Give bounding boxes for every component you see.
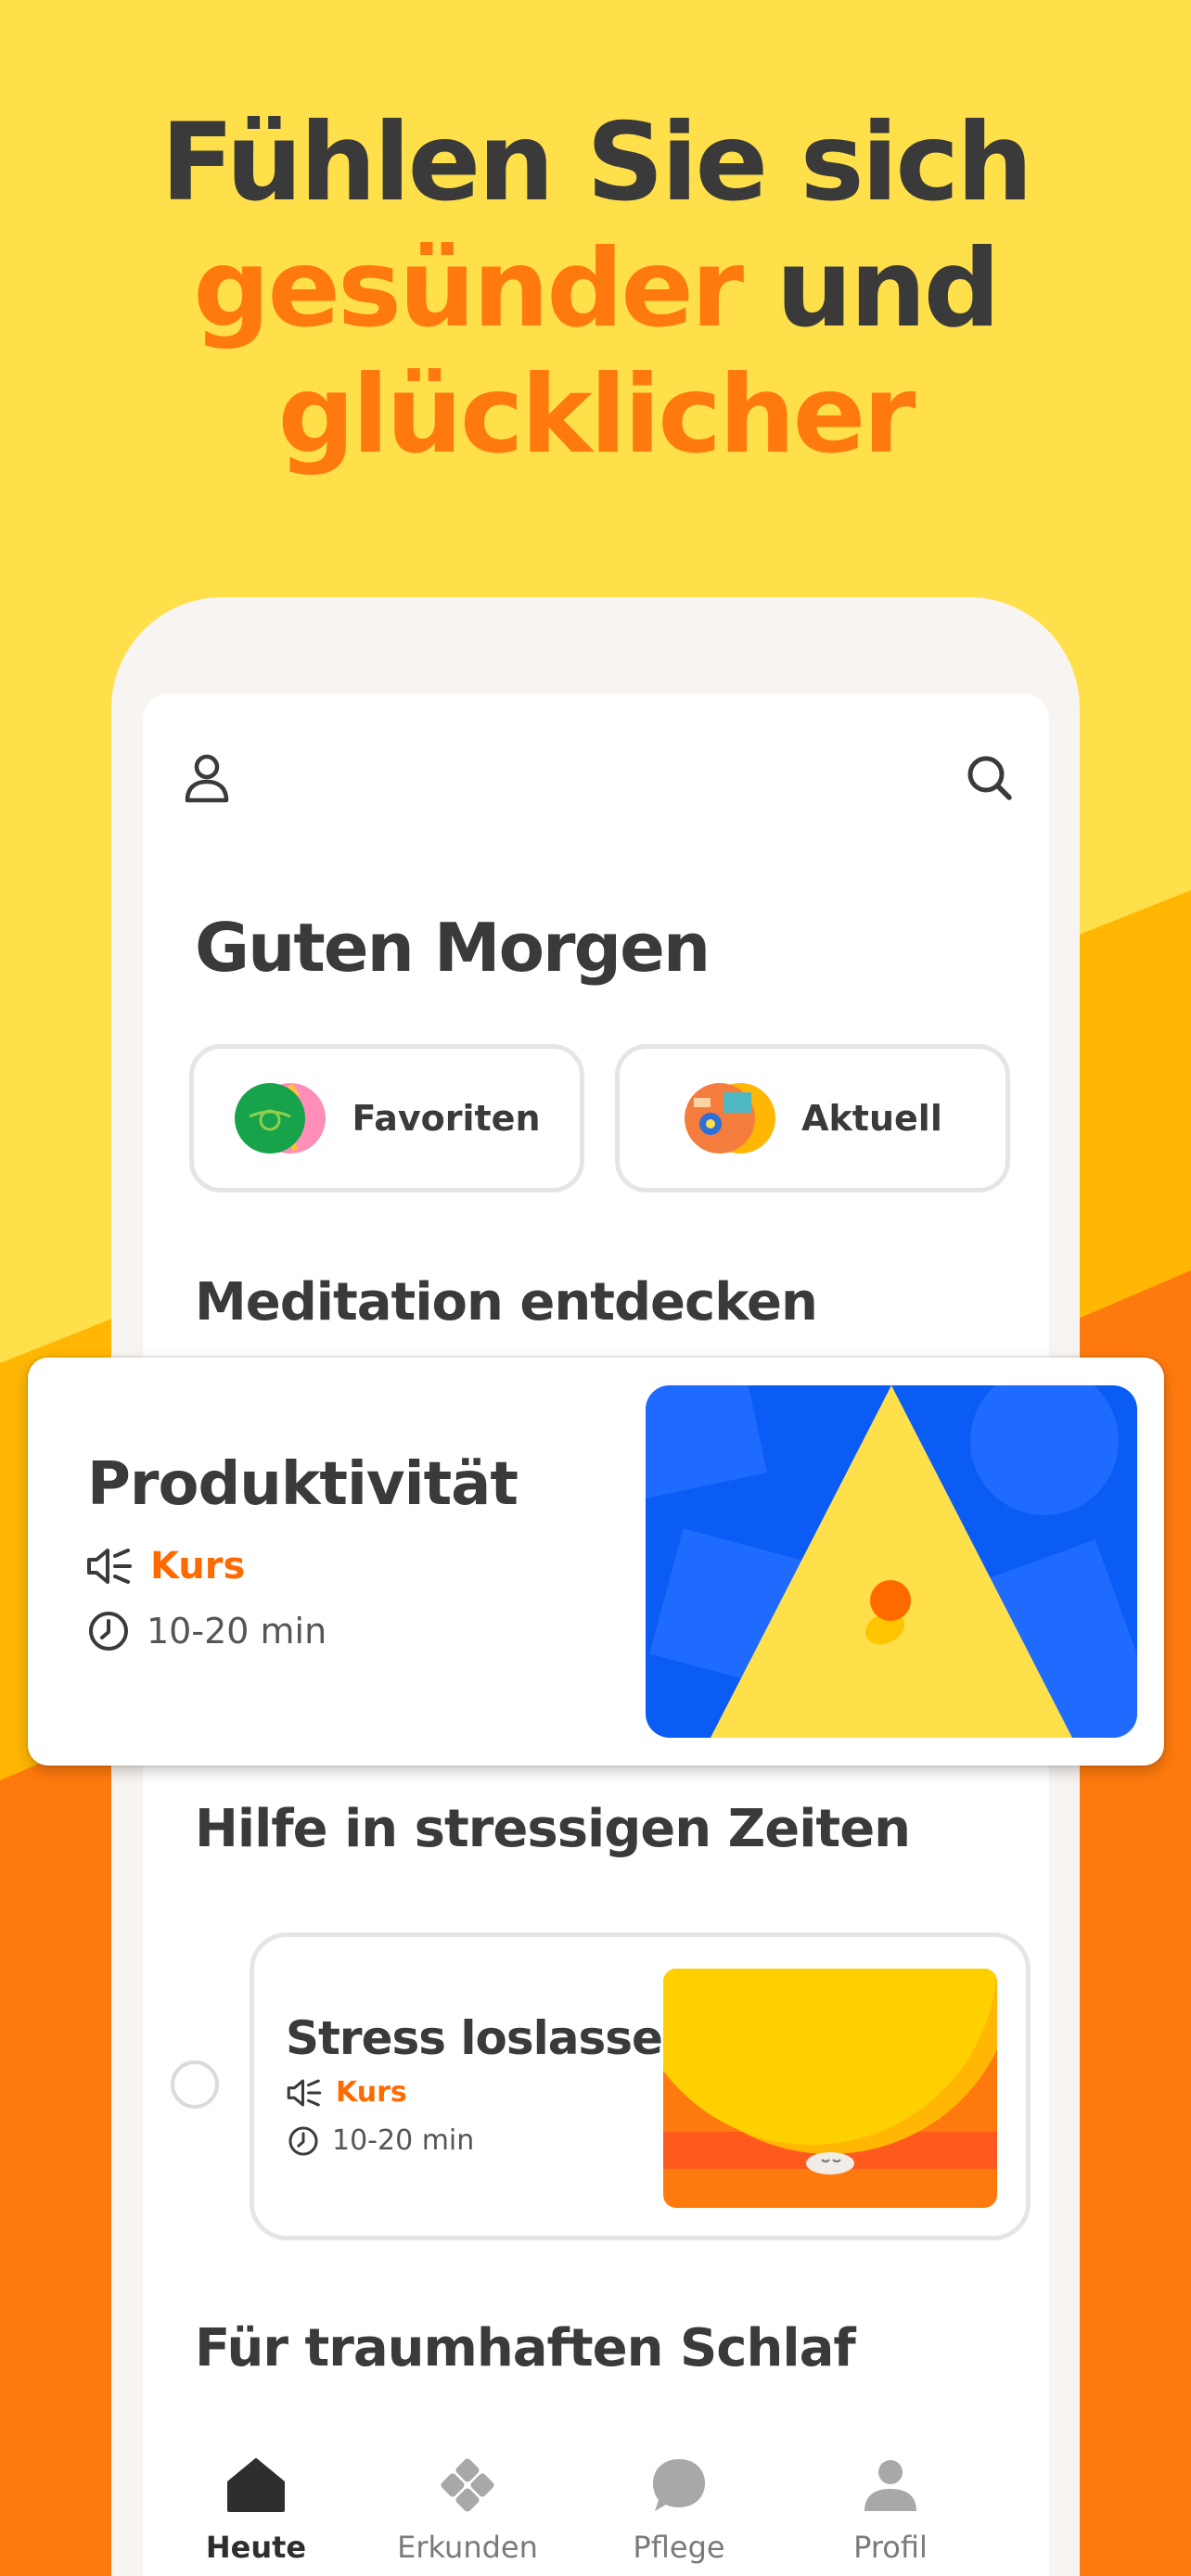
section-title-discover: Meditation entdecken bbox=[195, 1272, 818, 1333]
user-icon bbox=[185, 754, 229, 803]
favorites-chip[interactable]: Favoriten bbox=[189, 1044, 584, 1192]
clock-icon bbox=[89, 1612, 128, 1651]
featured-type: Kurs bbox=[150, 1545, 246, 1588]
tab-profil[interactable]: Profil bbox=[779, 2429, 1002, 2576]
recent-chip[interactable]: Aktuell bbox=[615, 1044, 1010, 1192]
explore-icon bbox=[441, 2458, 494, 2512]
headline-and: und bbox=[775, 226, 1001, 351]
select-radio[interactable] bbox=[171, 2060, 219, 2109]
tab-erkunden[interactable]: Erkunden bbox=[356, 2429, 579, 2576]
clock-icon bbox=[288, 2125, 318, 2156]
recent-illustration-icon bbox=[685, 1083, 776, 1154]
speaker-icon bbox=[287, 2079, 322, 2106]
stress-artwork bbox=[663, 1969, 997, 2208]
greeting-title: Guten Morgen bbox=[195, 909, 711, 987]
favorites-chip-label: Favoriten bbox=[352, 1098, 541, 1139]
headline-line-2: gesünder und bbox=[0, 226, 1191, 352]
recent-chip-label: Aktuell bbox=[801, 1098, 942, 1139]
stress-duration-row: 10-20 min bbox=[288, 2124, 474, 2157]
stress-type: Kurs bbox=[336, 2076, 407, 2109]
stress-course-card[interactable]: Stress loslassen Kurs 10-20 min bbox=[250, 1932, 1031, 2240]
search-icon bbox=[967, 756, 1012, 800]
tab-pflege[interactable]: Pflege bbox=[568, 2429, 790, 2576]
section-title-sleep: Für traumhaften Schlaf bbox=[195, 2318, 856, 2378]
profile-icon bbox=[864, 2460, 916, 2511]
featured-duration: 10-20 min bbox=[147, 1611, 327, 1651]
favorites-illustration-icon bbox=[235, 1083, 327, 1154]
featured-type-row: Kurs bbox=[85, 1545, 245, 1588]
tab-label-erkunden: Erkunden bbox=[397, 2530, 538, 2565]
tab-label-heute: Heute bbox=[205, 2530, 307, 2565]
headline: Fühlen Sie sich gesünder und glücklicher bbox=[0, 100, 1191, 478]
tab-label-pflege: Pflege bbox=[633, 2530, 725, 2565]
chat-bubble-icon bbox=[653, 2459, 705, 2511]
stress-type-row: Kurs bbox=[286, 2076, 407, 2109]
headline-accent-happier: glücklicher bbox=[277, 352, 916, 478]
tab-heute[interactable]: Heute bbox=[145, 2429, 367, 2576]
search-button[interactable] bbox=[959, 747, 1020, 809]
section-title-stress: Hilfe in stressigen Zeiten bbox=[195, 1799, 911, 1859]
featured-duration-row: 10-20 min bbox=[87, 1610, 327, 1652]
productivity-artwork bbox=[646, 1385, 1137, 1738]
featured-title: Produktivität bbox=[87, 1450, 519, 1519]
stress-duration: 10-20 min bbox=[332, 2124, 475, 2157]
featured-course-card[interactable]: Produktivität Kurs 10-20 min bbox=[28, 1358, 1164, 1766]
tab-label-profil: Profil bbox=[853, 2530, 928, 2565]
speaker-icon bbox=[87, 1549, 132, 1584]
bottom-tab-bar: Heute Erkunden Pflege Profil bbox=[143, 2429, 1049, 2576]
profile-button[interactable] bbox=[176, 747, 237, 809]
stress-title: Stress loslassen bbox=[286, 2011, 696, 2065]
home-icon bbox=[227, 2458, 285, 2512]
headline-line-1: Fühlen Sie sich bbox=[160, 100, 1033, 225]
headline-accent-healthier: gesünder bbox=[193, 226, 744, 351]
